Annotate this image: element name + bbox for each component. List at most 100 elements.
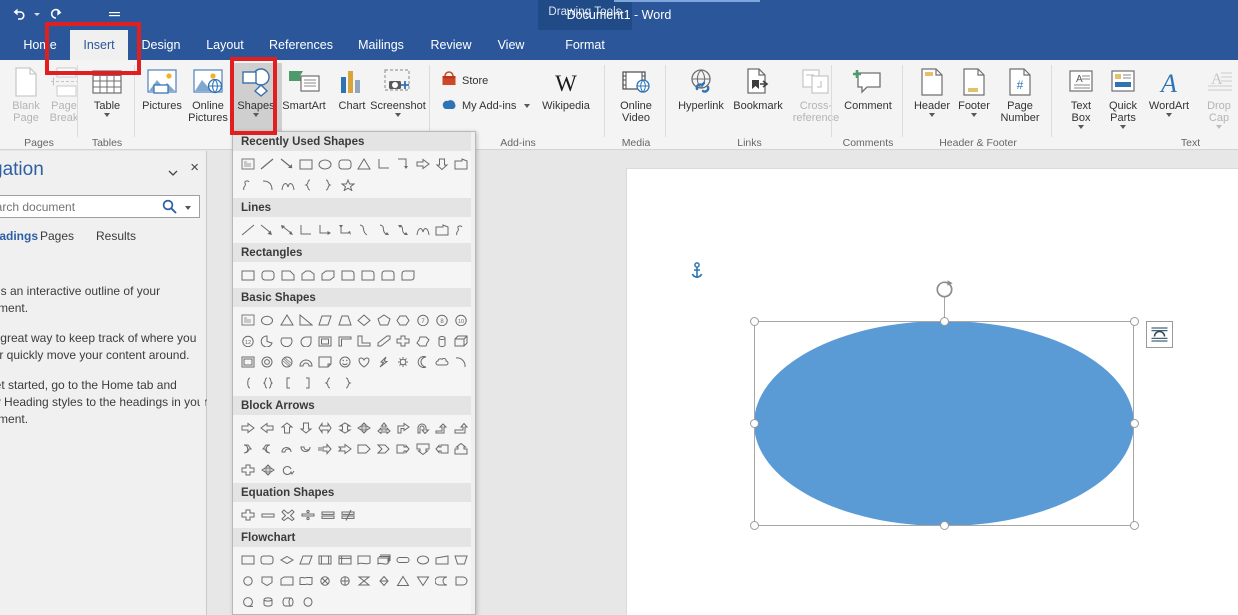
shape-bent-arrow[interactable] <box>393 418 412 438</box>
wordart-button[interactable]: A WordArt <box>1141 63 1197 135</box>
shape-flowchart-sort[interactable] <box>374 571 393 591</box>
shape-flowchart-merge[interactable] <box>413 571 432 591</box>
chevron-down-icon[interactable] <box>929 113 935 117</box>
pictures-button[interactable]: Pictures <box>136 63 188 135</box>
shape-left-brace[interactable] <box>298 175 318 195</box>
shape-down-arrow-callout[interactable] <box>413 439 432 459</box>
smartart-button[interactable]: SmartArt <box>278 63 330 135</box>
shape-curve[interactable] <box>258 175 278 195</box>
shape-multiply-sign[interactable] <box>278 505 298 525</box>
shape-left-brace[interactable] <box>318 373 338 393</box>
tab-layout[interactable]: Layout <box>196 30 254 60</box>
shape-line[interactable] <box>257 154 276 174</box>
shape-flowchart-punched-tape[interactable] <box>296 571 315 591</box>
shape-snip-diagonal-corner-rectangle[interactable] <box>318 265 338 285</box>
shape-octagon[interactable]: 8 <box>432 310 451 330</box>
shape-flowchart-stored-data[interactable] <box>432 571 451 591</box>
navigation-pane-scrollbar[interactable] <box>200 151 205 615</box>
chevron-down-icon[interactable] <box>167 166 179 178</box>
shape-bent-up-arrow[interactable] <box>452 418 471 438</box>
shape-flowchart-decision[interactable] <box>277 550 296 570</box>
shape-round-single-corner-rectangle[interactable] <box>358 265 378 285</box>
shape-flowchart-manual-input[interactable] <box>432 550 451 570</box>
tab-mailings[interactable]: Mailings <box>348 30 414 60</box>
shape-diamond[interactable] <box>355 310 374 330</box>
shape-line-arrow[interactable] <box>257 220 276 240</box>
shape-smiley-face[interactable] <box>335 352 354 372</box>
shapes-gallery-dropdown[interactable]: Recently Used Shapes Lines Rectangles Ba… <box>232 131 476 615</box>
shape-heptagon[interactable]: 7 <box>413 310 432 330</box>
resize-handle-bottom-right[interactable] <box>1129 520 1139 530</box>
shape-text-box[interactable] <box>238 310 257 330</box>
shape-round-same-side-corner-rectangle[interactable] <box>378 265 398 285</box>
shape-flowchart-delay[interactable] <box>452 571 471 591</box>
shape-left-arrow-callout[interactable] <box>432 439 451 459</box>
shape-down-arrow[interactable] <box>296 418 315 438</box>
shape-right-square-bracket[interactable] <box>298 373 318 393</box>
shape-trapezoid[interactable] <box>335 310 354 330</box>
shape-flowchart-or[interactable] <box>335 571 354 591</box>
shape-oval[interactable] <box>257 310 276 330</box>
shape-flowchart-alternate-process[interactable] <box>257 550 276 570</box>
shape-pentagon-arrow[interactable] <box>452 154 471 174</box>
shape-l-shape[interactable] <box>355 331 374 351</box>
shape-striped-right-arrow[interactable] <box>316 439 335 459</box>
chevron-down-icon[interactable] <box>104 113 110 117</box>
shape-flowchart-sequential-access-storage[interactable] <box>238 592 258 612</box>
shape-decagon[interactable]: 10 <box>452 310 471 330</box>
resize-handle-top-right[interactable] <box>1129 316 1139 326</box>
shape-lightning-bolt[interactable] <box>374 352 393 372</box>
chevron-down-icon[interactable] <box>1078 125 1084 129</box>
shape-oval[interactable] <box>316 154 335 174</box>
shape-flowchart-off-page-connector[interactable] <box>257 571 276 591</box>
shape-right-brace[interactable] <box>318 175 338 195</box>
shape-line[interactable] <box>238 220 257 240</box>
shape-scribble[interactable] <box>452 220 471 240</box>
shape-not-equal-sign[interactable] <box>338 505 358 525</box>
shape-division-sign[interactable] <box>298 505 318 525</box>
resize-handle-middle-right[interactable] <box>1129 419 1139 428</box>
tab-references[interactable]: References <box>260 30 342 60</box>
shape-left-right-up-arrow[interactable] <box>374 418 393 438</box>
shape-left-square-bracket[interactable] <box>278 373 298 393</box>
table-button[interactable]: Table <box>81 63 133 135</box>
tab-view[interactable]: View <box>488 30 534 60</box>
tab-home[interactable]: Home <box>12 30 68 60</box>
shape-parallelogram[interactable] <box>316 310 335 330</box>
shape-flowchart-process[interactable] <box>238 550 257 570</box>
shape-flowchart-multidocument[interactable] <box>374 550 393 570</box>
shape-flowchart-preparation[interactable] <box>413 550 432 570</box>
shape-curved-up-arrow[interactable] <box>277 439 296 459</box>
shape-curved-right-arrow[interactable] <box>238 439 257 459</box>
close-icon[interactable]: × <box>190 160 199 175</box>
shape-chord[interactable] <box>277 331 296 351</box>
shape-snip-and-round-single-corner-rectangle[interactable] <box>338 265 358 285</box>
rotate-handle-icon[interactable] <box>934 279 955 300</box>
shape-left-bracket[interactable] <box>238 373 258 393</box>
shape-flowchart-connector[interactable] <box>238 571 257 591</box>
shape-flowchart-extract[interactable] <box>393 571 412 591</box>
online-pictures-button[interactable]: Online Pictures <box>182 63 234 135</box>
tab-format[interactable]: Format <box>538 30 632 60</box>
shape-up-down-arrow[interactable] <box>335 418 354 438</box>
shape-quad-arrow[interactable] <box>355 418 374 438</box>
resize-handle-bottom-center[interactable] <box>939 520 949 530</box>
shape-snip-same-side-corner-rectangle[interactable] <box>298 265 318 285</box>
shape-u-turn-arrow[interactable] <box>413 418 432 438</box>
search-input[interactable] <box>0 196 151 217</box>
shape-isosceles-triangle[interactable] <box>277 310 296 330</box>
shape-equal-sign[interactable] <box>318 505 338 525</box>
resize-handle-top-left[interactable] <box>749 316 759 326</box>
chevron-down-icon[interactable] <box>1166 113 1172 117</box>
shape-connector-curved-arrow[interactable] <box>374 220 393 240</box>
tab-insert[interactable]: Insert <box>70 30 128 60</box>
shape-freeform-scribble[interactable] <box>238 175 258 195</box>
shape-dodecagon[interactable]: 12 <box>238 331 257 351</box>
layout-options-icon[interactable] <box>1146 321 1173 348</box>
shape-flowchart-document[interactable] <box>355 550 374 570</box>
shape-regular-pentagon-flower[interactable] <box>413 331 432 351</box>
shape-flowchart-display[interactable] <box>298 592 318 612</box>
shape-plus-sign[interactable] <box>238 505 258 525</box>
shape-text-box[interactable] <box>238 154 257 174</box>
shape-connector-curved-double-arrow[interactable] <box>393 220 412 240</box>
